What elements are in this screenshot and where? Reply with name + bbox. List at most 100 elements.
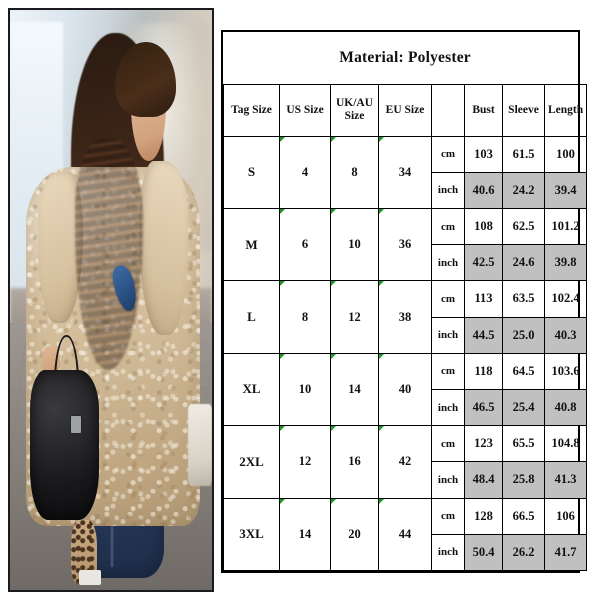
header-sleeve: Sleeve [502, 83, 545, 137]
cell-sleeve-cm: 62.5 [502, 207, 545, 246]
cell-sleeve-cm: 65.5 [502, 425, 545, 463]
header-unit [431, 83, 465, 137]
comment-marker-icon [331, 136, 336, 142]
comment-marker-icon [280, 353, 285, 359]
cell-sleeve-inch: 25.0 [502, 316, 545, 354]
model-hair-top [115, 41, 176, 118]
table-row: 3XL 14 20 44 cm 128 66.5 106 [223, 497, 588, 572]
cell-eu-size: 42 [378, 425, 432, 499]
header-bust: Bust [464, 83, 503, 137]
header-uk-au-size-line2: Size [344, 110, 365, 122]
cell-length-cm: 101.2 [543, 207, 588, 246]
cell-length-inch: 41.7 [543, 533, 588, 572]
comment-marker-icon [331, 426, 336, 432]
cell-sleeve-cm: 61.5 [502, 135, 545, 173]
table-row: 2XL 12 16 42 cm 123 65.5 104.8 [223, 425, 588, 499]
comment-marker-icon [331, 498, 336, 504]
comment-marker-icon [379, 281, 384, 287]
comment-marker-icon [331, 353, 336, 359]
cell-unit-cm: cm [431, 207, 465, 246]
cell-us-size: 10 [279, 352, 331, 427]
cell-length-cm: 104.8 [543, 425, 588, 463]
cell-bust-cm: 118 [464, 352, 503, 390]
header-tag-size: Tag Size [223, 83, 280, 137]
comment-marker-icon [379, 426, 384, 432]
cell-eu-size: 38 [378, 280, 432, 354]
background-cup [187, 404, 212, 486]
header-uk-au-size-line1: UK/AU [335, 97, 374, 110]
cell-unit-inch: inch [431, 533, 465, 572]
comment-marker-icon [379, 498, 384, 504]
cell-unit-inch: inch [431, 244, 465, 282]
cell-sleeve-inch: 25.8 [502, 461, 545, 499]
cell-unit-cm: cm [431, 280, 465, 318]
table-row: S 4 8 34 cm 103 61.5 100 [223, 135, 588, 209]
shoe-sole [78, 569, 101, 585]
coat-lapel-right [139, 160, 188, 335]
header-uk-au-size: UK/AU Size [330, 83, 379, 137]
cell-uk-au-size: 16 [330, 425, 379, 499]
cell-bust-inch: 42.5 [464, 244, 503, 282]
cell-length-inch: 39.4 [543, 171, 588, 209]
cell-length-inch: 40.3 [543, 316, 588, 354]
cell-bust-inch: 40.6 [464, 171, 503, 209]
cell-sleeve-inch: 24.2 [502, 171, 545, 209]
cell-sleeve-cm: 64.5 [502, 352, 545, 390]
table-row: L 8 12 38 cm 113 63.5 102.4 [223, 280, 588, 354]
comment-marker-icon [379, 353, 384, 359]
comment-marker-icon [379, 136, 384, 142]
cell-us-size: 12 [279, 425, 331, 499]
cell-length-cm: 100 [543, 135, 588, 173]
cell-uk-au-size: 10 [330, 207, 379, 282]
cell-us-size: 14 [279, 497, 331, 572]
handbag-buckle [70, 416, 81, 434]
cell-sleeve-inch: 24.6 [502, 244, 545, 282]
cell-length-cm: 103.6 [543, 352, 588, 390]
cell-us-size: 8 [279, 280, 331, 354]
cell-bust-inch: 50.4 [464, 533, 503, 572]
cell-eu-size: 40 [378, 352, 432, 427]
cell-us-size: 4 [279, 135, 331, 209]
cell-unit-cm: cm [431, 497, 465, 535]
cell-tag-size: 2XL [223, 425, 280, 499]
cell-unit-inch: inch [431, 461, 465, 499]
comment-marker-icon [331, 281, 336, 287]
cell-length-inch: 41.3 [543, 461, 588, 499]
cell-length-cm: 106 [543, 497, 588, 535]
cell-sleeve-cm: 63.5 [502, 280, 545, 318]
black-handbag [30, 369, 99, 521]
cell-uk-au-size: 12 [330, 280, 379, 354]
cell-sleeve-inch: 26.2 [502, 533, 545, 572]
cell-tag-size: L [223, 280, 280, 354]
cell-length-cm: 102.4 [543, 280, 588, 318]
cell-tag-size: XL [223, 352, 280, 427]
table-title-row: Material: Polyester [223, 32, 587, 85]
cell-bust-cm: 113 [464, 280, 503, 318]
cell-bust-cm: 128 [464, 497, 503, 535]
cell-eu-size: 44 [378, 497, 432, 572]
cell-unit-cm: cm [431, 425, 465, 463]
cell-uk-au-size: 8 [330, 135, 379, 209]
header-eu-size: EU Size [378, 83, 432, 137]
cell-tag-size: M [223, 207, 280, 282]
comment-marker-icon [280, 281, 285, 287]
cell-bust-cm: 108 [464, 207, 503, 246]
size-chart-table-container: Material: Polyester Tag Size US Size UK/… [221, 30, 588, 573]
cell-unit-cm: cm [431, 135, 465, 173]
cell-sleeve-cm: 66.5 [502, 497, 545, 535]
size-chart-table: Material: Polyester Tag Size US Size UK/… [223, 32, 588, 572]
header-us-size: US Size [279, 83, 331, 137]
cell-unit-inch: inch [431, 316, 465, 354]
comment-marker-icon [280, 208, 285, 214]
cell-unit-inch: inch [431, 388, 465, 427]
comment-marker-icon [379, 208, 384, 214]
cell-us-size: 6 [279, 207, 331, 282]
cell-sleeve-inch: 25.4 [502, 388, 545, 427]
cell-uk-au-size: 20 [330, 497, 379, 572]
comment-marker-icon [280, 136, 285, 142]
cell-bust-inch: 48.4 [464, 461, 503, 499]
header-length: Length [543, 83, 588, 137]
comment-marker-icon [331, 208, 336, 214]
cell-tag-size: 3XL [223, 497, 280, 572]
cell-eu-size: 36 [378, 207, 432, 282]
